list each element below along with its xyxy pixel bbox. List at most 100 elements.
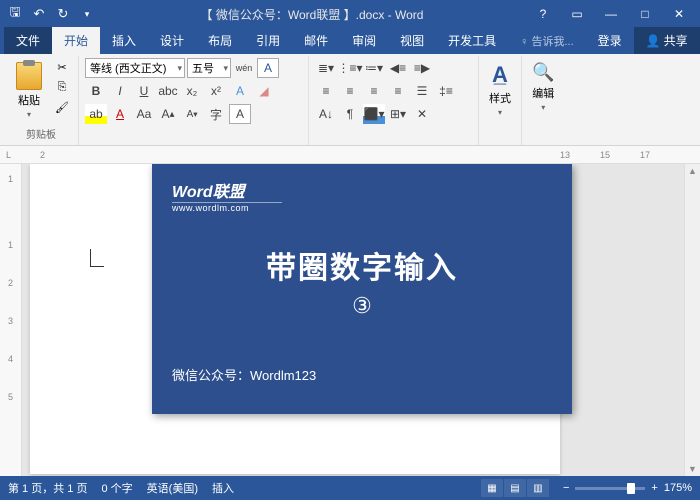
read-mode-icon[interactable]: ▦ <box>481 479 503 497</box>
status-ime[interactable]: 插入 <box>212 480 234 496</box>
character-border-icon[interactable]: A <box>257 58 279 78</box>
maximize-icon[interactable]: □ <box>628 0 662 28</box>
view-buttons: ▦ ▤ ▥ <box>481 479 549 497</box>
group-font: 等线 (西文正文) 五号 wén A B I U abc x₂ x² A ◢ a… <box>79 56 309 145</box>
font-color-icon[interactable]: A <box>109 104 131 124</box>
status-words[interactable]: 0 个字 <box>101 480 132 496</box>
underline-button[interactable]: U <box>133 81 155 101</box>
editing-button[interactable]: 🔍 编辑 ▾ <box>528 58 558 116</box>
help-icon[interactable]: ? <box>526 0 560 28</box>
align-left-icon[interactable]: ≡ <box>315 81 337 101</box>
shading-icon[interactable]: ⬛▾ <box>363 104 385 124</box>
vertical-ruler[interactable]: 112345 <box>0 164 22 476</box>
distributed-icon[interactable]: ☰ <box>411 81 433 101</box>
scroll-up-icon[interactable]: ▲ <box>688 166 697 176</box>
enclose-char-icon[interactable]: 字 <box>205 104 227 124</box>
subscript-button[interactable]: x₂ <box>181 81 203 101</box>
redo-icon[interactable]: ↻ <box>52 3 74 25</box>
italic-button[interactable]: I <box>109 81 131 101</box>
login-link[interactable]: 登录 <box>586 27 634 54</box>
clipboard-icon <box>16 62 42 90</box>
tab-design[interactable]: 设计 <box>148 27 196 54</box>
show-marks-icon[interactable]: ¶ <box>339 104 361 124</box>
close-icon[interactable]: ✕ <box>662 0 696 28</box>
clear-formatting-icon[interactable]: ◢ <box>253 81 275 101</box>
minimize-icon[interactable]: — <box>594 0 628 28</box>
align-center-icon[interactable]: ≡ <box>339 81 361 101</box>
text-effects-icon[interactable]: A <box>229 81 251 101</box>
borders-icon[interactable]: ⊞▾ <box>387 104 409 124</box>
status-bar: 第 1 页，共 1 页 0 个字 英语(美国) 插入 ▦ ▤ ▥ − + 175… <box>0 476 700 500</box>
quick-access-toolbar: 🖫 ↶ ↻ ▾ <box>4 3 98 25</box>
tab-file[interactable]: 文件 <box>4 27 52 54</box>
tab-dev[interactable]: 开发工具 <box>436 27 508 54</box>
snap-grid-icon[interactable]: ✕ <box>411 104 433 124</box>
highlight-icon[interactable]: ab <box>85 104 107 124</box>
tab-insert[interactable]: 插入 <box>100 27 148 54</box>
qat-customize-icon[interactable]: ▾ <box>76 3 98 25</box>
scroll-down-icon[interactable]: ▼ <box>688 464 697 474</box>
group-clipboard: 粘贴 ▾ ✂ ⎘ 🖌 剪贴板 <box>4 56 79 145</box>
tab-mail[interactable]: 邮件 <box>292 27 340 54</box>
group-editing: 🔍 编辑 ▾ <box>522 56 564 145</box>
char-shading-icon[interactable]: A <box>229 104 251 124</box>
zoom-out-icon[interactable]: − <box>563 482 569 494</box>
superscript-button[interactable]: x² <box>205 81 227 101</box>
window-controls: ? ▭ — □ ✕ <box>526 0 696 28</box>
tell-me[interactable]: ♀ 告诉我... <box>508 28 585 54</box>
ribbon: 粘贴 ▾ ✂ ⎘ 🖌 剪贴板 等线 (西文正文) 五号 wén A B I U … <box>0 54 700 146</box>
status-lang[interactable]: 英语(美国) <box>147 480 198 496</box>
paste-button[interactable]: 粘贴 ▾ <box>10 58 48 123</box>
tab-view[interactable]: 视图 <box>388 27 436 54</box>
format-painter-icon[interactable]: 🖌 <box>52 98 72 116</box>
increase-indent-icon[interactable]: ≡▶ <box>411 58 433 78</box>
multilevel-list-icon[interactable]: ≔▾ <box>363 58 385 78</box>
phonetic-guide-icon[interactable]: wén <box>233 58 255 78</box>
share-icon: 👤 <box>646 34 661 48</box>
overlay-logo-sub: www.wordlm.com <box>172 202 282 213</box>
cut-icon[interactable]: ✂ <box>52 58 72 76</box>
overlay-footer: 微信公众号：Wordlm123 <box>172 365 552 384</box>
justify-icon[interactable]: ≡ <box>387 81 409 101</box>
web-layout-icon[interactable]: ▥ <box>527 479 549 497</box>
bold-button[interactable]: B <box>85 81 107 101</box>
zoom-in-icon[interactable]: + <box>651 482 657 494</box>
tab-references[interactable]: 引用 <box>244 27 292 54</box>
overlay-title: 带圈数字输入 <box>172 243 552 287</box>
numbering-icon[interactable]: ⋮≡▾ <box>339 58 361 78</box>
strikethrough-button[interactable]: abc <box>157 81 179 101</box>
find-icon: 🔍 <box>532 62 554 83</box>
zoom-level[interactable]: 175% <box>664 482 692 494</box>
zoom-control: − + 175% <box>563 482 692 494</box>
copy-icon[interactable]: ⎘ <box>52 78 72 96</box>
zoom-slider[interactable] <box>575 487 645 490</box>
decrease-indent-icon[interactable]: ◀≡ <box>387 58 409 78</box>
tab-home[interactable]: 开始 <box>52 27 100 54</box>
status-page[interactable]: 第 1 页，共 1 页 <box>8 480 87 496</box>
font-size-combo[interactable]: 五号 <box>187 58 231 78</box>
content-overlay: Word联盟 www.wordlm.com 带圈数字输入 ③ 微信公众号：Wor… <box>152 164 572 414</box>
styles-button[interactable]: A̲ 样式 ▾ <box>485 58 515 121</box>
undo-icon[interactable]: ↶ <box>28 3 50 25</box>
vertical-scrollbar[interactable]: ▲ ▼ <box>684 164 700 476</box>
tab-review[interactable]: 审阅 <box>340 27 388 54</box>
sort-icon[interactable]: A↓ <box>315 104 337 124</box>
horizontal-ruler[interactable]: L2 131517 <box>0 146 700 164</box>
shrink-font-icon[interactable]: A▾ <box>181 104 203 124</box>
grow-font-icon[interactable]: A▴ <box>157 104 179 124</box>
change-case-icon[interactable]: Aa <box>133 104 155 124</box>
tab-layout[interactable]: 布局 <box>196 27 244 54</box>
line-spacing-icon[interactable]: ‡≡ <box>435 81 457 101</box>
document-area[interactable]: Word联盟 www.wordlm.com 带圈数字输入 ③ 微信公众号：Wor… <box>22 164 684 476</box>
text-cursor <box>90 249 104 267</box>
overlay-number: ③ <box>172 293 552 319</box>
print-layout-icon[interactable]: ▤ <box>504 479 526 497</box>
save-icon[interactable]: 🖫 <box>4 3 26 25</box>
bullets-icon[interactable]: ≣▾ <box>315 58 337 78</box>
titlebar: 🖫 ↶ ↻ ▾ 【 微信公众号：Word联盟 】.docx - Word ? ▭… <box>0 0 700 28</box>
share-button[interactable]: 👤共享 <box>634 27 700 54</box>
align-right-icon[interactable]: ≡ <box>363 81 385 101</box>
ribbon-options-icon[interactable]: ▭ <box>560 0 594 28</box>
font-name-combo[interactable]: 等线 (西文正文) <box>85 58 185 78</box>
window-title: 【 微信公众号：Word联盟 】.docx - Word <box>98 6 526 23</box>
